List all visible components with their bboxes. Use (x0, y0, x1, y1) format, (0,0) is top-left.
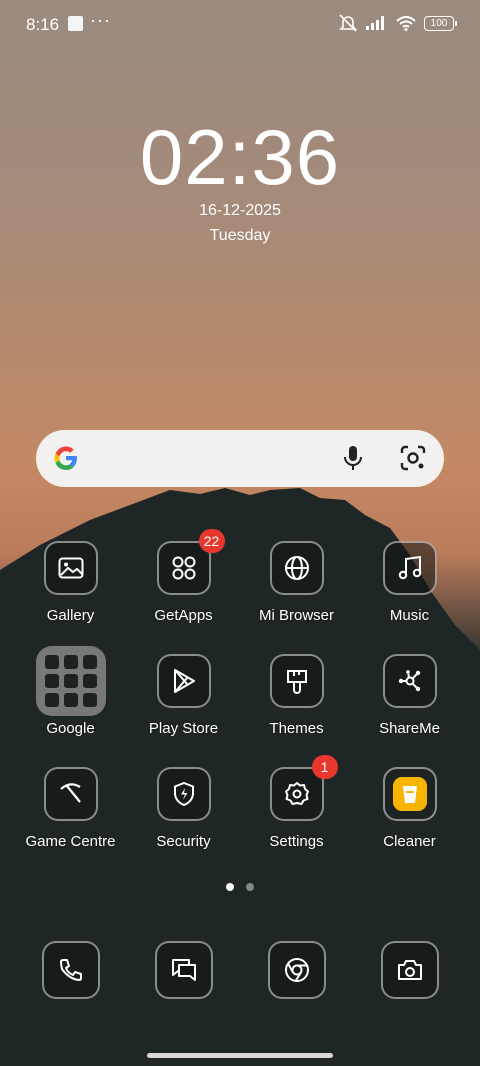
trash-icon (382, 767, 437, 821)
app-label: Cleaner (383, 833, 436, 850)
signal-icon (366, 16, 384, 30)
getapps-icon: 22 (156, 529, 225, 595)
app-label: ShareMe (379, 720, 440, 737)
home-gesture-bar[interactable] (147, 1053, 333, 1058)
play-store-icon (156, 654, 211, 708)
notification-badge: 22 (198, 529, 225, 553)
page-indicator[interactable] (246, 883, 254, 891)
app-label: Themes (269, 720, 324, 737)
app-game-centre[interactable]: Game Centre (14, 767, 127, 850)
brush-icon (269, 654, 324, 708)
shareme-icon (382, 654, 437, 708)
notification-square-icon (68, 16, 83, 31)
app-play-store[interactable]: Play Store (127, 654, 240, 737)
lockscreen-weekday: Tuesday (209, 227, 271, 244)
app-cleaner[interactable]: Cleaner (353, 767, 466, 850)
messages-icon (154, 941, 213, 999)
shield-icon (156, 767, 211, 821)
chrome-icon (267, 941, 326, 999)
status-time: 8:16 (26, 15, 60, 34)
dock-chrome[interactable] (240, 941, 353, 999)
app-label: GetApps (154, 607, 213, 624)
dock-camera[interactable] (353, 941, 466, 999)
mute-icon (339, 14, 357, 32)
gear-icon: 1 (269, 755, 338, 821)
google-search-bar[interactable] (36, 430, 444, 487)
app-label: Game Centre (25, 833, 116, 850)
dock-phone[interactable] (14, 941, 127, 999)
battery-icon: 100 (424, 15, 457, 31)
status-bar: 8:16 ··· 100 (0, 0, 480, 48)
more-notifications-icon: ··· (90, 10, 111, 30)
app-gallery[interactable]: Gallery (14, 541, 127, 624)
folder-icon (35, 646, 106, 716)
app-mi-browser[interactable]: Mi Browser (240, 541, 353, 624)
app-settings[interactable]: 1 Settings (240, 755, 353, 850)
lockscreen-date: 16-12-2025 (199, 202, 281, 219)
app-google-folder[interactable]: Google (14, 646, 127, 737)
gallery-icon (43, 541, 98, 595)
lens-icon[interactable] (400, 445, 426, 471)
game-centre-icon (43, 767, 98, 821)
google-icon (54, 446, 77, 470)
mic-icon[interactable] (342, 444, 364, 472)
lockscreen-clock: 02:36 (139, 113, 341, 201)
app-themes[interactable]: Themes (240, 654, 353, 737)
camera-icon (380, 941, 439, 999)
app-label: Play Store (148, 720, 219, 737)
app-music[interactable]: Music (353, 541, 466, 624)
app-shareme[interactable]: ShareMe (353, 654, 466, 737)
page-indicator-active[interactable] (226, 883, 234, 891)
music-icon (382, 541, 437, 595)
globe-icon (269, 541, 324, 595)
phone-icon (41, 941, 100, 999)
wifi-icon (396, 15, 416, 31)
app-getapps[interactable]: 22 GetApps (127, 529, 240, 624)
app-label: Security (156, 833, 211, 850)
app-label: Google (46, 720, 95, 737)
app-label: Gallery (46, 607, 95, 624)
dock-messages[interactable] (127, 941, 240, 999)
app-label: Settings (269, 833, 324, 850)
app-label: Mi Browser (258, 607, 334, 624)
notification-badge: 1 (311, 755, 338, 779)
app-security[interactable]: Security (127, 767, 240, 850)
app-label: Music (389, 607, 430, 624)
